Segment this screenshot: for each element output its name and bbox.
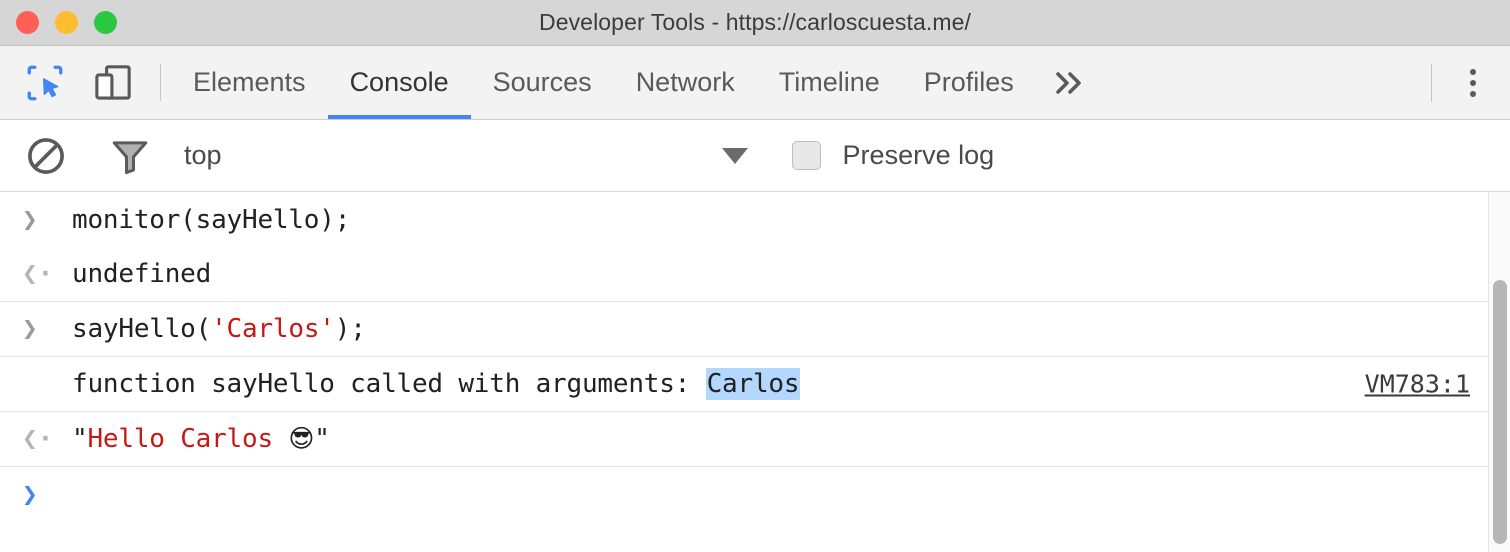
execution-context-selector[interactable]: top bbox=[184, 140, 222, 171]
output-arrow-icon: ❮· bbox=[22, 424, 54, 454]
tab-timeline-label: Timeline bbox=[778, 67, 880, 97]
preserve-log-label: Preserve log bbox=[842, 140, 995, 170]
console-result-text: "Hello Carlos 😎" bbox=[72, 424, 330, 454]
customize-menu-button[interactable] bbox=[1456, 61, 1490, 105]
chevron-down-icon[interactable] bbox=[721, 147, 748, 164]
input-arrow-icon: ❯ bbox=[22, 314, 38, 344]
message-prefix: function sayHello called with arguments: bbox=[72, 369, 706, 399]
device-toolbar-icon bbox=[95, 64, 131, 100]
tab-console[interactable]: Console bbox=[327, 46, 471, 119]
sunglasses-emoji-icon: 😎 bbox=[288, 424, 315, 453]
result-open-quote: " bbox=[72, 424, 88, 454]
panel-tabs: Elements Console Sources Network Timelin… bbox=[171, 46, 1104, 119]
window-titlebar: Developer Tools - https://carloscuesta.m… bbox=[0, 0, 1510, 46]
clear-console-button[interactable] bbox=[22, 132, 70, 180]
prompt-arrow-icon: ❯ bbox=[22, 479, 38, 510]
code-suffix: ); bbox=[334, 314, 366, 344]
tab-timeline[interactable]: Timeline bbox=[757, 46, 902, 119]
console-rows: ❯ monitor(sayHello); ❮· undefined ❯ sayH… bbox=[0, 192, 1488, 552]
devtools-window: Developer Tools - https://carloscuesta.m… bbox=[0, 0, 1510, 552]
result-value: Hello Carlos bbox=[87, 424, 289, 454]
console-input-text: monitor(sayHello); bbox=[72, 204, 351, 235]
preserve-log-toggle[interactable]: Preserve log bbox=[791, 140, 995, 171]
inspect-element-icon bbox=[27, 65, 63, 100]
tab-profiles-label: Profiles bbox=[923, 67, 1014, 97]
vertical-scrollbar[interactable] bbox=[1488, 192, 1510, 552]
tab-profiles[interactable]: Profiles bbox=[902, 46, 1036, 119]
input-arrow-icon: ❯ bbox=[22, 204, 38, 235]
filter-button[interactable] bbox=[106, 132, 154, 180]
console-row-message[interactable]: function sayHello called with arguments:… bbox=[0, 357, 1488, 412]
tab-elements[interactable]: Elements bbox=[171, 46, 328, 119]
output-arrow-icon: ❮· bbox=[22, 259, 54, 289]
console-prompt-row[interactable]: ❯ bbox=[0, 467, 1488, 522]
window-controls bbox=[0, 11, 117, 34]
scrollbar-thumb[interactable] bbox=[1493, 280, 1507, 544]
tab-network[interactable]: Network bbox=[614, 46, 757, 119]
tab-console-label: Console bbox=[349, 67, 449, 97]
toolbar-right-divider bbox=[1431, 63, 1432, 102]
tab-network-label: Network bbox=[635, 67, 735, 97]
close-button[interactable] bbox=[16, 11, 39, 34]
chevron-double-right-icon bbox=[1055, 71, 1081, 94]
execution-context-label: top bbox=[184, 140, 222, 170]
minimize-button[interactable] bbox=[55, 11, 78, 34]
console-row-output[interactable]: ❮· undefined bbox=[0, 247, 1488, 302]
kebab-dot bbox=[1470, 68, 1476, 75]
kebab-dot bbox=[1470, 79, 1476, 86]
zoom-button[interactable] bbox=[94, 11, 117, 34]
kebab-dot bbox=[1470, 90, 1476, 97]
inspect-element-button[interactable] bbox=[22, 60, 68, 106]
clear-console-icon bbox=[28, 137, 64, 174]
console-log-area: ❯ monitor(sayHello); ❮· undefined ❯ sayH… bbox=[0, 192, 1510, 552]
toolbar-right-group bbox=[1423, 46, 1510, 119]
console-output-text: undefined bbox=[72, 259, 212, 289]
highlighted-argument: Carlos bbox=[705, 368, 801, 400]
tab-elements-label: Elements bbox=[193, 67, 306, 97]
window-title: Developer Tools - https://carloscuesta.m… bbox=[538, 9, 972, 35]
more-tabs-button[interactable] bbox=[1036, 46, 1104, 119]
console-row-input[interactable]: ❯ sayHello('Carlos'); bbox=[0, 302, 1488, 357]
console-row-input[interactable]: ❯ monitor(sayHello); bbox=[0, 192, 1488, 247]
source-location-link[interactable]: VM783:1 bbox=[1365, 370, 1470, 399]
result-close-quote: " bbox=[314, 424, 330, 454]
toolbar-icon-group bbox=[0, 46, 136, 119]
tab-sources-label: Sources bbox=[492, 67, 592, 97]
tab-sources[interactable]: Sources bbox=[471, 46, 614, 119]
console-row-output[interactable]: ❮· "Hello Carlos 😎" bbox=[0, 412, 1488, 467]
console-input-text: sayHello('Carlos'); bbox=[72, 314, 366, 344]
toolbar-divider bbox=[160, 64, 161, 101]
console-filter-bar: top Preserve log bbox=[0, 120, 1510, 192]
preserve-log-checkbox[interactable] bbox=[791, 141, 821, 170]
device-toolbar-button[interactable] bbox=[90, 60, 136, 106]
code-prefix: sayHello( bbox=[72, 314, 212, 344]
console-message-text: function sayHello called with arguments:… bbox=[72, 368, 801, 400]
devtools-toolbar: Elements Console Sources Network Timelin… bbox=[0, 46, 1510, 120]
filter-funnel-icon bbox=[112, 140, 148, 174]
code-string-literal: 'Carlos' bbox=[211, 314, 335, 344]
